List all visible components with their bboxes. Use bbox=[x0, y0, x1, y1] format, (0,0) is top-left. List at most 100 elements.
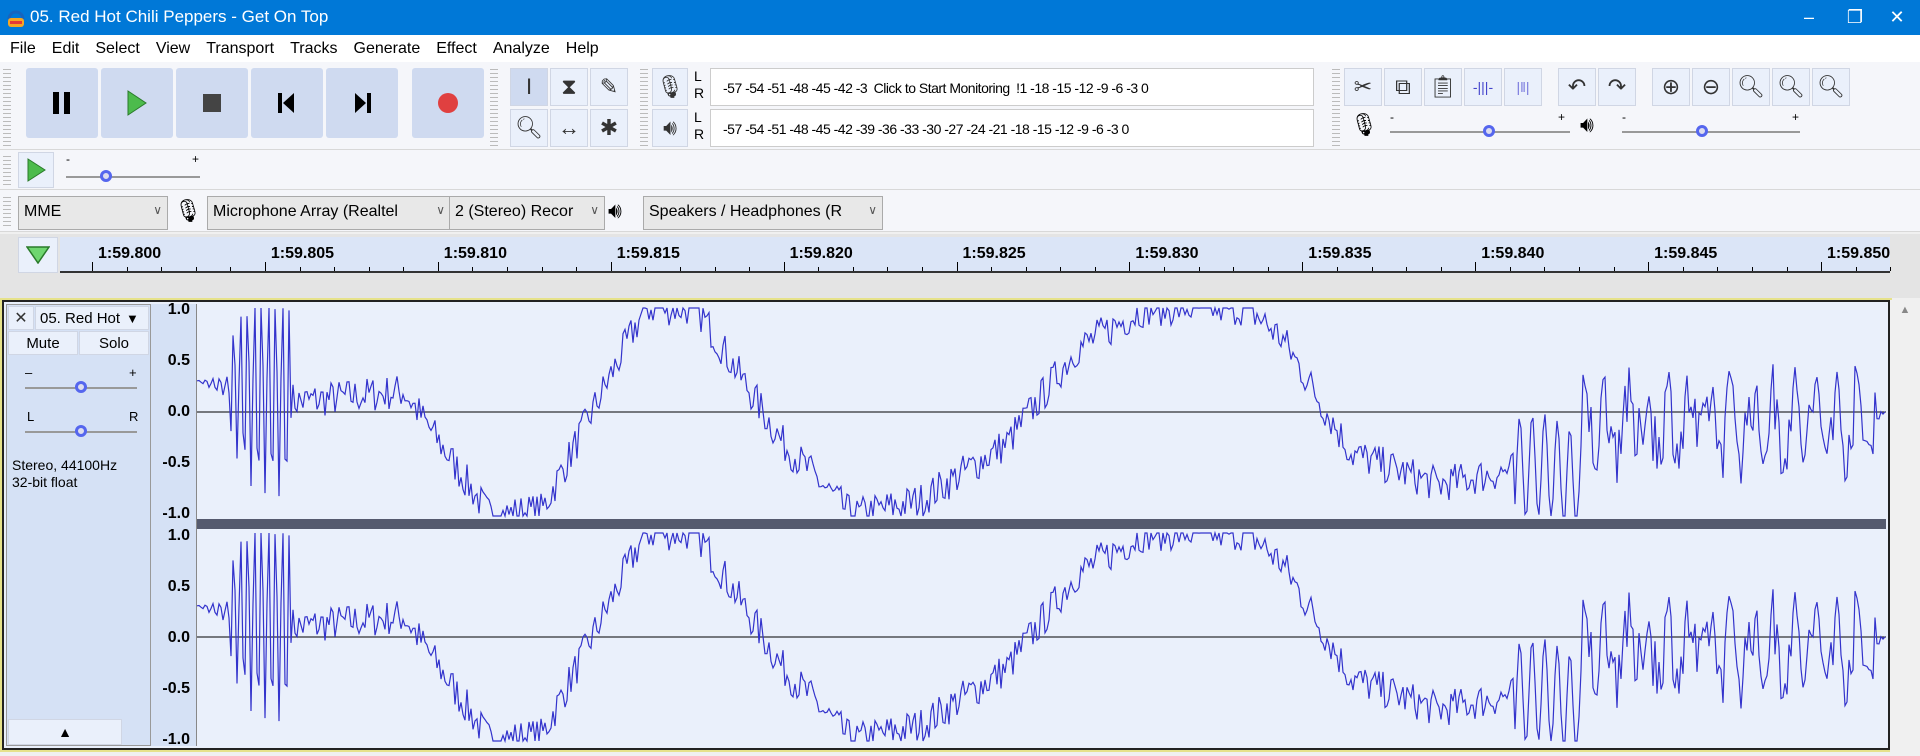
menu-effect[interactable]: Effect bbox=[428, 35, 485, 62]
copy-button[interactable]: ⧉ bbox=[1384, 68, 1422, 106]
record-volume-slider[interactable] bbox=[1390, 125, 1570, 137]
track-format: Stereo, 44100Hz bbox=[12, 457, 118, 473]
magnifier-icon: 🔍︎ bbox=[515, 115, 543, 140]
play-at-speed-button[interactable] bbox=[18, 152, 54, 188]
envelope-tool[interactable]: ⧗ bbox=[550, 68, 588, 106]
amplitude-label: 0.5 bbox=[167, 352, 190, 369]
menu-view[interactable]: View bbox=[148, 35, 198, 62]
pan-slider[interactable] bbox=[25, 425, 137, 437]
pause-button[interactable] bbox=[26, 68, 98, 138]
restore-button[interactable]: ❐ bbox=[1832, 0, 1878, 35]
multi-tool[interactable]: ✱ bbox=[590, 109, 628, 147]
timeline-tick bbox=[1129, 262, 1131, 271]
menu-transport[interactable]: Transport bbox=[198, 35, 282, 62]
timeline-tick bbox=[783, 262, 785, 271]
playback-volume-slider[interactable] bbox=[1622, 125, 1800, 137]
scroll-up-icon[interactable]: ▲ bbox=[1890, 304, 1920, 316]
vertical-scrollbar[interactable]: ▲ bbox=[1890, 300, 1920, 756]
zoom-in-button[interactable]: ⊕ bbox=[1652, 68, 1690, 106]
record-meter[interactable]: -57 -54 -51 -48 -45 -42 -3 Click to Star… bbox=[710, 68, 1314, 106]
menu-help[interactable]: Help bbox=[558, 35, 607, 62]
recording-channels-select[interactable]: 2 (Stereo) Recor ∨ bbox=[449, 196, 605, 230]
slider-thumb[interactable] bbox=[75, 381, 87, 393]
play-button[interactable] bbox=[101, 68, 173, 138]
solo-button[interactable]: Solo bbox=[79, 331, 149, 355]
pinned-play-head-button[interactable] bbox=[18, 237, 58, 273]
menu-generate[interactable]: Generate bbox=[346, 35, 429, 62]
play-icon bbox=[127, 90, 147, 116]
slider-thumb[interactable] bbox=[1483, 125, 1495, 137]
slider-minus: - bbox=[66, 152, 70, 166]
zoom-out-button[interactable]: ⊖ bbox=[1692, 68, 1730, 106]
chevron-down-icon: ∨ bbox=[590, 203, 599, 217]
toolbar-grip[interactable] bbox=[1332, 66, 1340, 146]
waveform[interactable] bbox=[197, 305, 1886, 745]
track-control-panel[interactable]: ✕ 05. Red Hot ▼ Mute Solo – + L R Stereo,… bbox=[6, 304, 151, 746]
slider-thumb[interactable] bbox=[1696, 125, 1709, 137]
channel-separator[interactable] bbox=[197, 519, 1886, 529]
timeline-tick bbox=[749, 267, 751, 271]
timeline-tick bbox=[1060, 267, 1062, 271]
close-button[interactable]: ✕ bbox=[1874, 0, 1920, 35]
toolbar-grip[interactable] bbox=[3, 153, 11, 187]
fit-project-button[interactable]: 🔍︎ bbox=[1772, 68, 1810, 106]
start-monitoring-prompt[interactable]: Click to Start Monitoring bbox=[870, 80, 1013, 96]
playback-device-select[interactable]: Speakers / Headphones (R ∨ bbox=[643, 196, 883, 230]
menu-file[interactable]: File bbox=[2, 35, 44, 62]
silence-button[interactable]: |‖| bbox=[1504, 68, 1542, 106]
menu-tracks[interactable]: Tracks bbox=[282, 35, 345, 62]
timeline-tick bbox=[714, 267, 716, 271]
cut-button[interactable]: ✂ bbox=[1344, 68, 1382, 106]
meter-right-label: R bbox=[694, 85, 705, 101]
speaker-icon: 🔊︎ bbox=[1580, 112, 1594, 137]
track-close-button[interactable]: ✕ bbox=[8, 306, 34, 330]
timeline-label: 1:59.810 bbox=[443, 245, 507, 262]
timeline-tick bbox=[610, 262, 612, 271]
gain-slider[interactable] bbox=[25, 381, 137, 393]
slider-plus: + bbox=[192, 152, 200, 166]
timeline-label: 1:59.830 bbox=[1135, 245, 1199, 262]
record-meter-button[interactable]: 🎙︎ bbox=[652, 68, 688, 106]
redo-button[interactable]: ↷ bbox=[1598, 68, 1636, 106]
undo-button[interactable]: ↶ bbox=[1558, 68, 1596, 106]
recording-device-select[interactable]: Microphone Array (Realtel ∨ bbox=[207, 196, 451, 230]
time-shift-tool[interactable]: ↔ bbox=[550, 109, 588, 147]
draw-tool[interactable]: ✎ bbox=[590, 68, 628, 106]
menu-analyze[interactable]: Analyze bbox=[485, 35, 558, 62]
toolbar-grip[interactable] bbox=[640, 66, 648, 146]
window-title: 05. Red Hot Chili Peppers - Get On Top bbox=[30, 7, 329, 26]
skip-to-end-button[interactable] bbox=[326, 68, 398, 138]
zoom-out-icon: ⊖ bbox=[1701, 74, 1721, 99]
track-menu-button[interactable]: 05. Red Hot ▼ bbox=[35, 306, 149, 330]
collapse-track-button[interactable]: ▲ bbox=[8, 719, 122, 745]
play-speed-slider[interactable] bbox=[66, 170, 200, 182]
slider-thumb[interactable] bbox=[75, 425, 87, 437]
zoom-toggle-button[interactable]: 🔍︎ bbox=[1812, 68, 1850, 106]
trim-button[interactable]: -|||- bbox=[1464, 68, 1502, 106]
zoom-fit-icon: 🔍︎ bbox=[1777, 74, 1805, 99]
timeline-tick bbox=[1198, 267, 1200, 271]
toolbar-grip[interactable] bbox=[3, 194, 11, 228]
amplitude-label: -0.5 bbox=[162, 454, 190, 471]
minimize-button[interactable]: – bbox=[1786, 0, 1832, 35]
timeline-tick bbox=[334, 267, 336, 271]
menu-select[interactable]: Select bbox=[87, 35, 147, 62]
toolbar-grip[interactable] bbox=[490, 66, 498, 146]
toolbar-grip[interactable] bbox=[3, 66, 11, 146]
audio-host-select[interactable]: MME ∨ bbox=[18, 196, 168, 230]
zoom-tool[interactable]: 🔍︎ bbox=[510, 109, 548, 147]
playback-meter[interactable]: -57 -54 -51 -48 -45 -42 -39 -36 -33 -30 … bbox=[710, 109, 1314, 147]
stop-button[interactable] bbox=[176, 68, 248, 138]
record-button[interactable] bbox=[412, 68, 484, 138]
fit-selection-button[interactable]: 🔍︎ bbox=[1732, 68, 1770, 106]
paste-button[interactable]: 📋︎ bbox=[1424, 68, 1462, 106]
mute-button[interactable]: Mute bbox=[8, 331, 78, 355]
skip-to-start-button[interactable] bbox=[251, 68, 323, 138]
menu-edit[interactable]: Edit bbox=[44, 35, 88, 62]
selection-tool[interactable]: I bbox=[510, 68, 548, 106]
timeline-ruler[interactable]: 1:59.800 1:59.805 1:59.810 1:59.815 1:59.820… bbox=[60, 237, 1892, 273]
vertical-ruler: 1.0 0.5 0.0 -0.5 -1.0 1.0 0.5 0.0 -0.5 -1.0 bbox=[151, 301, 197, 748]
play-meter-button[interactable]: 🔊︎ bbox=[652, 109, 688, 147]
timeline-tick bbox=[1371, 267, 1373, 271]
timeline-tick bbox=[1336, 267, 1338, 271]
